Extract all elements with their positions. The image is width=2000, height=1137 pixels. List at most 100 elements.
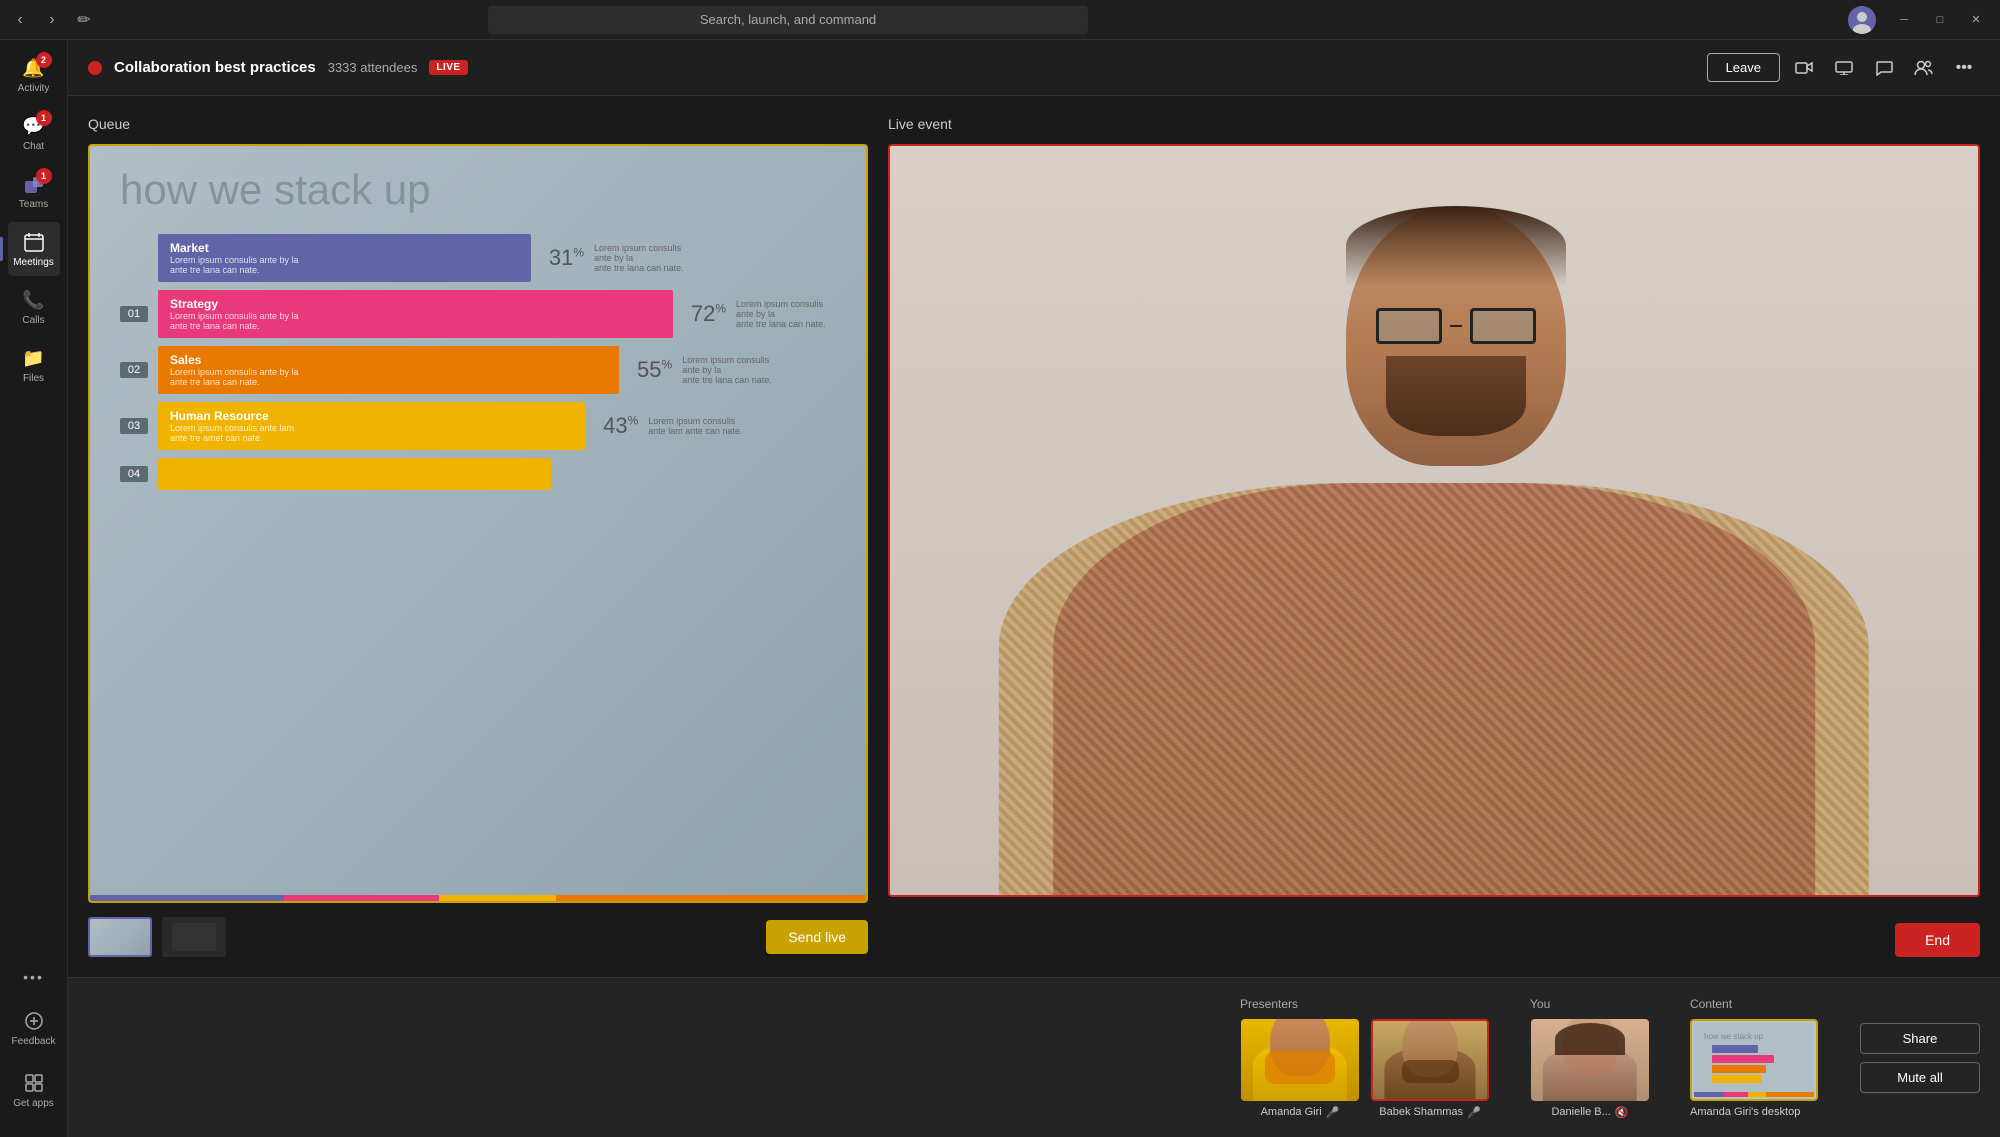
nav-controls: ‹ › ✏ (8, 8, 96, 32)
maximize-button[interactable]: □ (1924, 6, 1956, 34)
content-cards: how we stack up (1690, 1019, 1820, 1118)
sidebar-item-more[interactable]: ••• (8, 957, 60, 997)
back-button[interactable]: ‹ (8, 8, 32, 32)
live-indicator-dot (88, 61, 102, 75)
end-button[interactable]: End (1895, 923, 1980, 957)
sidebar-item-chat[interactable]: 💬 1 Chat (8, 106, 60, 160)
sidebar-item-feedback[interactable]: Feedback (8, 1001, 60, 1055)
live-event-bottom: End (888, 909, 1980, 957)
bar-row-market: Market Lorem ipsum consulis ante by la a… (120, 234, 836, 282)
content-section: Content how we stack up (1690, 997, 1820, 1118)
sidebar-item-getapps[interactable]: Get apps (8, 1063, 60, 1117)
sidebar-label-feedback: Feedback (12, 1036, 56, 1047)
user-avatar[interactable] (1848, 6, 1876, 34)
queue-thumb-2[interactable] (162, 917, 226, 957)
you-cards: Danielle B... 🔇 (1530, 1019, 1650, 1119)
minimize-button[interactable]: ─ (1888, 6, 1920, 34)
sidebar-item-calls[interactable]: 📞 Calls (8, 280, 60, 334)
chat-badge: 1 (36, 110, 52, 126)
you-label: You (1530, 997, 1650, 1011)
more-icon: ••• (22, 965, 46, 989)
screen-share-button[interactable] (1828, 52, 1860, 84)
amanda-mic-icon: 🎤 (1326, 1106, 1340, 1119)
sidebar-label-teams: Teams (19, 199, 48, 210)
feedback-icon (22, 1009, 46, 1033)
video-placeholder (890, 146, 1978, 895)
you-section: You Danielle B... (1530, 997, 1650, 1119)
sidebar-item-files[interactable]: 📁 Files (8, 338, 60, 392)
sidebar-label-activity: Activity (18, 83, 50, 94)
bar-04 (158, 458, 551, 490)
content-label: Content (1690, 997, 1820, 1011)
queue-label: Queue (88, 116, 868, 132)
sidebar-item-activity[interactable]: 🔔 2 Activity (8, 48, 60, 102)
chat-button[interactable] (1868, 52, 1900, 84)
bar-row-strategy: 01 Strategy Lorem ipsum consulis ante by… (120, 290, 836, 338)
sidebar-label-chat: Chat (23, 141, 44, 152)
leave-button[interactable]: Leave (1707, 53, 1780, 82)
queue-thumb-1[interactable] (88, 917, 152, 957)
chat-icon: 💬 1 (22, 114, 46, 138)
share-button[interactable]: Share (1860, 1023, 1980, 1054)
more-options-button[interactable]: ••• (1948, 52, 1980, 84)
slide-title: how we stack up (120, 166, 836, 214)
sidebar-bottom: Feedback Get apps (8, 1001, 60, 1129)
presenter-babek: Babek Shammas 🎤 (1370, 1019, 1490, 1119)
meetings-icon (22, 230, 46, 254)
sidebar: 🔔 2 Activity 💬 1 Chat 1 Teams (0, 40, 68, 1137)
bar-chart: Market Lorem ipsum consulis ante by la a… (120, 234, 836, 490)
live-event-label: Live event (888, 116, 1980, 132)
participants-button[interactable] (1908, 52, 1940, 84)
edit-button[interactable]: ✏ (72, 8, 96, 32)
sidebar-label-getapps: Get apps (13, 1098, 54, 1109)
teams-badge: 1 (36, 168, 52, 184)
queue-thumbnails: Send live (88, 917, 868, 957)
presenters-label: Presenters (1240, 997, 1490, 1011)
content-thumb: how we stack up (1690, 1019, 1818, 1101)
bar-row-04: 04 (120, 458, 836, 490)
slide-container: how we stack up Market Lorem ipsu (88, 144, 868, 903)
live-event-video (888, 144, 1980, 897)
panel-actions: Share Mute all (1860, 1023, 1980, 1093)
bar-row-sales: 02 Sales Lorem ipsum consulis ante by la… (120, 346, 836, 394)
presenter-amanda: Amanda Giri 🎤 (1240, 1019, 1360, 1119)
title-bar: ‹ › ✏ Search, launch, and command ─ □ ✕ (0, 0, 2000, 40)
camera-button[interactable] (1788, 52, 1820, 84)
danielle-name: Danielle B... 🔇 (1551, 1106, 1628, 1119)
send-live-button[interactable]: Send live (766, 920, 868, 954)
title-bar-actions: ─ □ ✕ (1848, 6, 1992, 34)
search-text: Search, launch, and command (700, 12, 876, 27)
app-layout: 🔔 2 Activity 💬 1 Chat 1 Teams (0, 40, 2000, 1137)
meeting-header: Collaboration best practices 3333 attend… (68, 40, 2000, 96)
svg-text:how we stack up: how we stack up (1704, 1032, 1764, 1041)
bar-sales: Sales Lorem ipsum consulis ante by la an… (158, 346, 619, 394)
activity-icon: 🔔 2 (22, 56, 46, 80)
presenter-cards: Amanda Giri 🎤 (1240, 1019, 1490, 1119)
slide-inner: how we stack up Market Lorem ipsu (90, 146, 866, 901)
participants-panel: Presenters (68, 977, 2000, 1137)
slide-progress (90, 895, 866, 901)
close-button[interactable]: ✕ (1960, 6, 1992, 34)
bar-hr: Human Resource Lorem ipsum consulis ante… (158, 402, 585, 450)
danielle-mic-icon: 🔇 (1615, 1106, 1629, 1119)
meeting-title: Collaboration best practices (114, 59, 316, 76)
calls-icon: 📞 (22, 288, 46, 312)
live-event-section: Live event (888, 116, 1980, 957)
activity-badge: 2 (36, 52, 52, 68)
mute-all-button[interactable]: Mute all (1860, 1062, 1980, 1093)
sidebar-label-files: Files (23, 373, 44, 384)
live-badge: LIVE (429, 60, 467, 75)
header-actions: Leave (1707, 52, 1980, 84)
teams-icon: 1 (22, 172, 46, 196)
forward-button[interactable]: › (40, 8, 64, 32)
content-slide-svg: how we stack up (1694, 1023, 1814, 1097)
presenters-section: Presenters (1240, 997, 1490, 1119)
sidebar-item-meetings[interactable]: Meetings (8, 222, 60, 276)
search-bar[interactable]: Search, launch, and command (488, 6, 1088, 34)
getapps-icon (22, 1071, 46, 1095)
babek-video (1371, 1019, 1489, 1101)
sidebar-item-teams[interactable]: 1 Teams (8, 164, 60, 218)
sidebar-label-calls: Calls (22, 315, 44, 326)
queue-section: Queue how we stack up (88, 116, 868, 957)
presentation-area: Queue how we stack up (68, 96, 2000, 977)
